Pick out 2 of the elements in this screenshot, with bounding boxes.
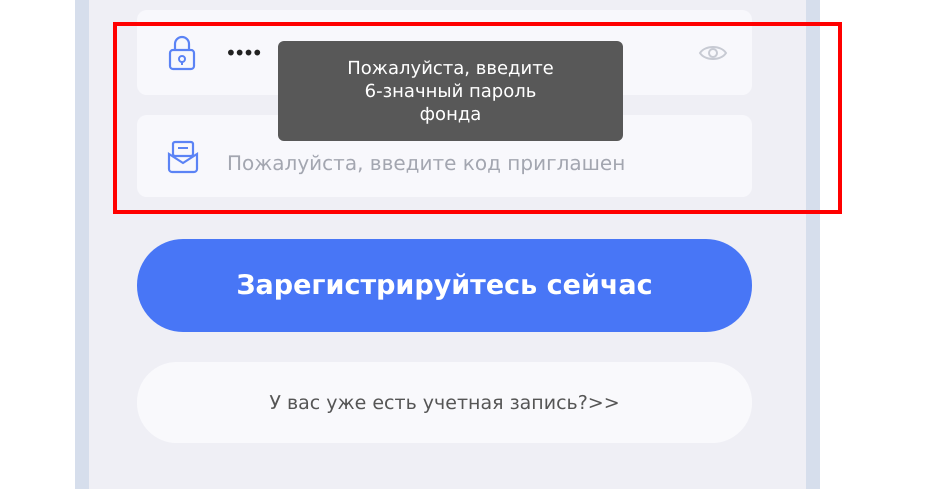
password-value: •••• (225, 40, 262, 64)
tooltip: Пожалуйста, введите 6-значный пароль фонда (278, 41, 623, 141)
